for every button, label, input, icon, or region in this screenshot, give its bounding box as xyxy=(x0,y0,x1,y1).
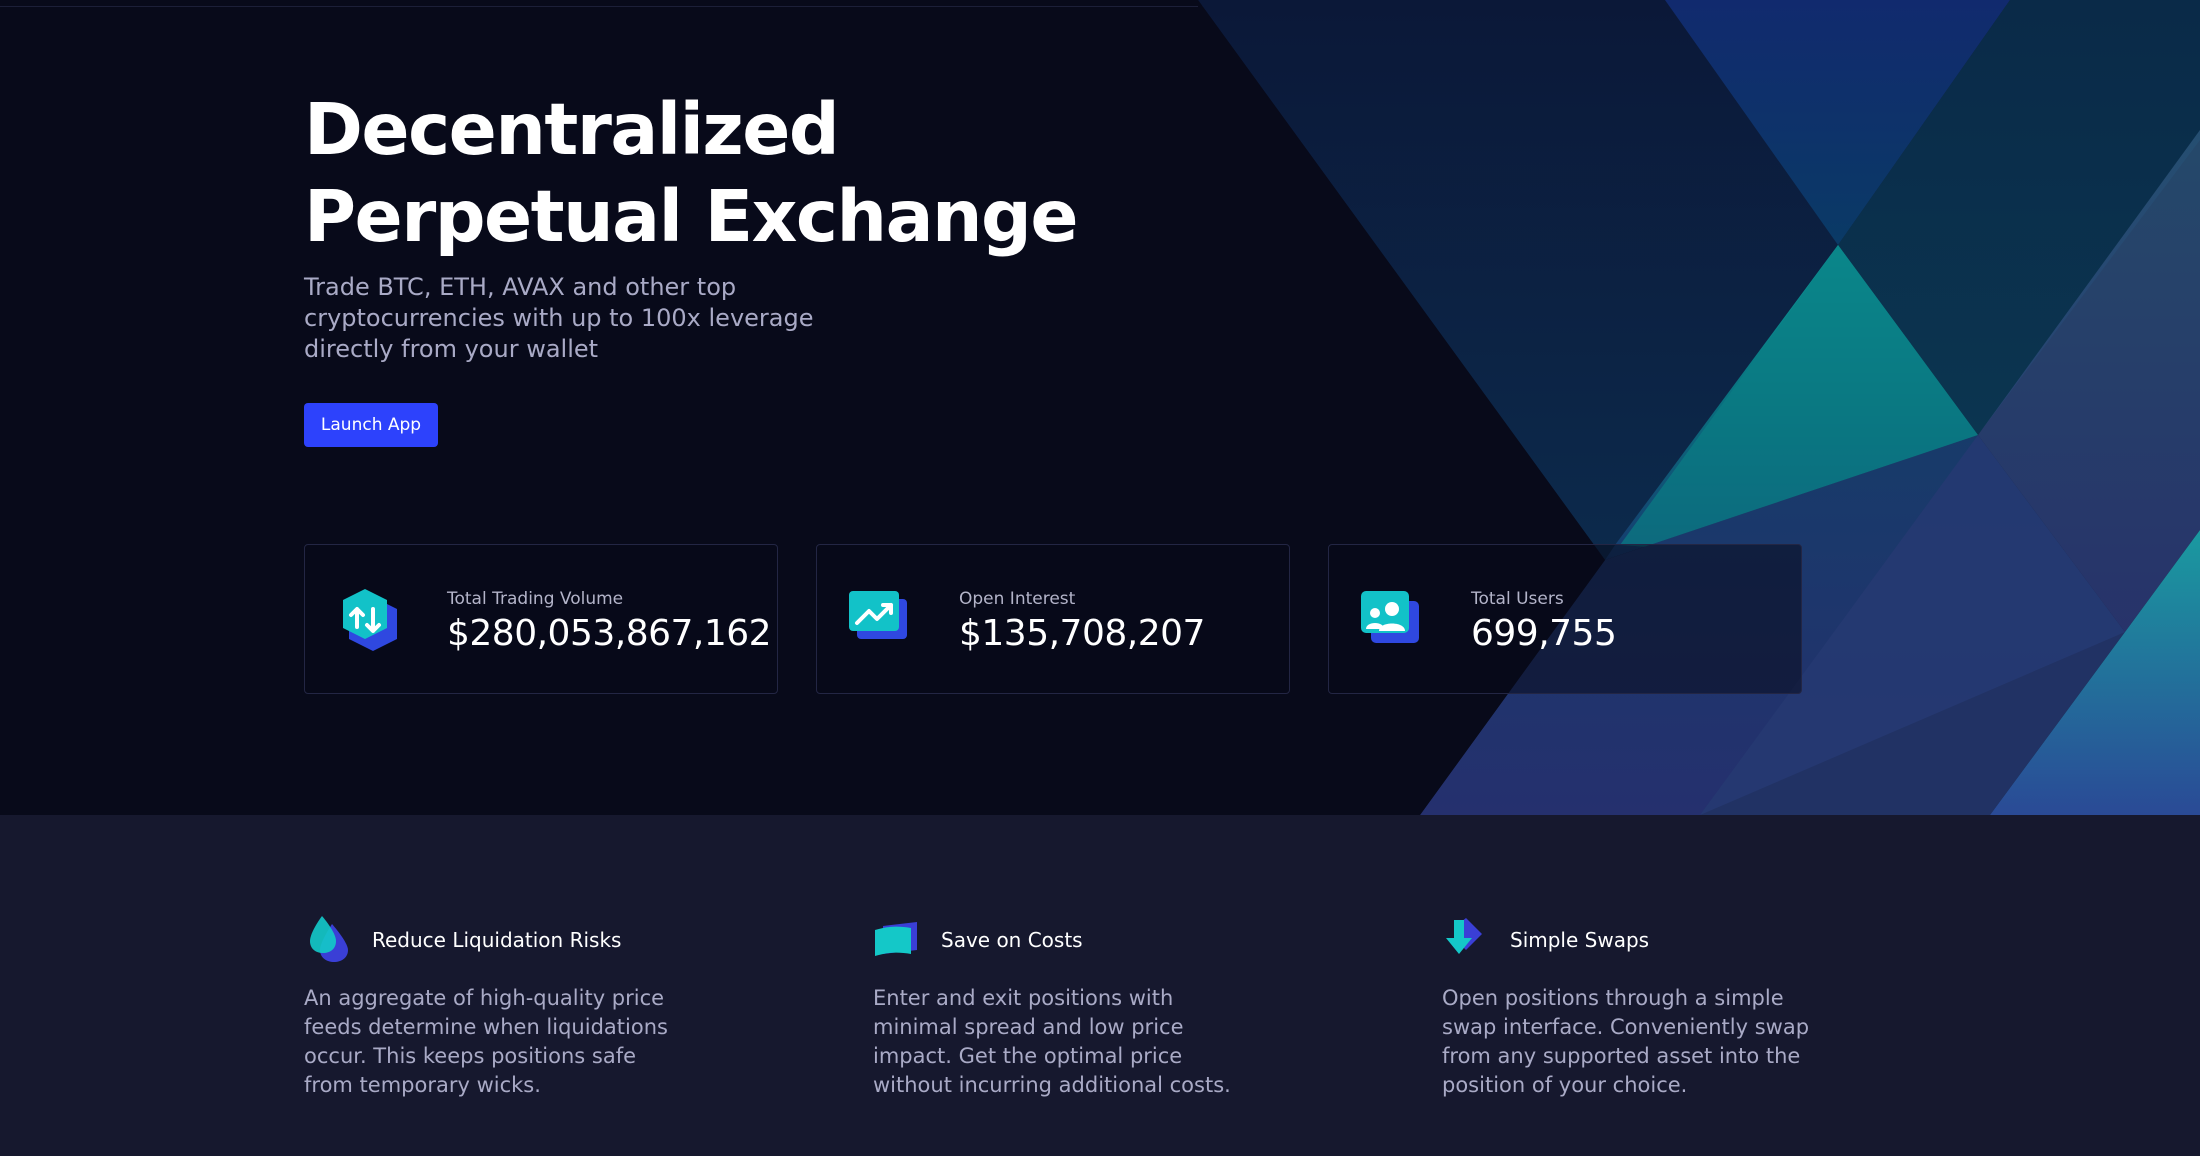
cards-icon xyxy=(875,922,917,956)
trading-volume-icon xyxy=(343,589,397,651)
swap-arrow-icon xyxy=(1446,918,1482,954)
stat-label: Total Users xyxy=(1471,589,1564,609)
page-title: Decentralized Perpetual Exchange xyxy=(304,86,1079,260)
droplet-icon xyxy=(310,916,348,962)
feature-title: Save on Costs xyxy=(941,928,1083,952)
stat-value: $135,708,207 xyxy=(959,613,1205,654)
stat-value: 699,755 xyxy=(1471,613,1617,654)
feature-title: Reduce Liquidation Risks xyxy=(372,928,622,952)
feature-description: Enter and exit positions with minimal sp… xyxy=(873,986,1231,1097)
stat-card-trading-volume: Total Trading Volume $280,053,867,162 xyxy=(304,544,778,694)
hero-section: Decentralized Perpetual Exchange Trade B… xyxy=(0,0,2200,815)
users-icon xyxy=(1361,591,1419,643)
feature-description: An aggregate of high-quality price feeds… xyxy=(304,986,668,1097)
stat-label: Open Interest xyxy=(959,589,1076,609)
feature-title: Simple Swaps xyxy=(1510,928,1650,952)
stat-card-open-interest: Open Interest $135,708,207 xyxy=(816,544,1290,694)
title-line-2: Perpetual Exchange xyxy=(304,175,1079,258)
feature-description: Open positions through a simple swap int… xyxy=(1442,986,1810,1097)
stat-value: $280,053,867,162 xyxy=(447,613,772,654)
hero-subtitle: Trade BTC, ETH, AVAX and other top crypt… xyxy=(304,273,814,363)
title-line-1: Decentralized xyxy=(304,88,840,171)
stat-card-total-users: Total Users 699,755 xyxy=(1328,544,1802,694)
launch-app-button[interactable]: Launch App xyxy=(304,403,438,447)
stat-label: Total Trading Volume xyxy=(447,589,624,609)
open-interest-icon xyxy=(849,591,907,639)
